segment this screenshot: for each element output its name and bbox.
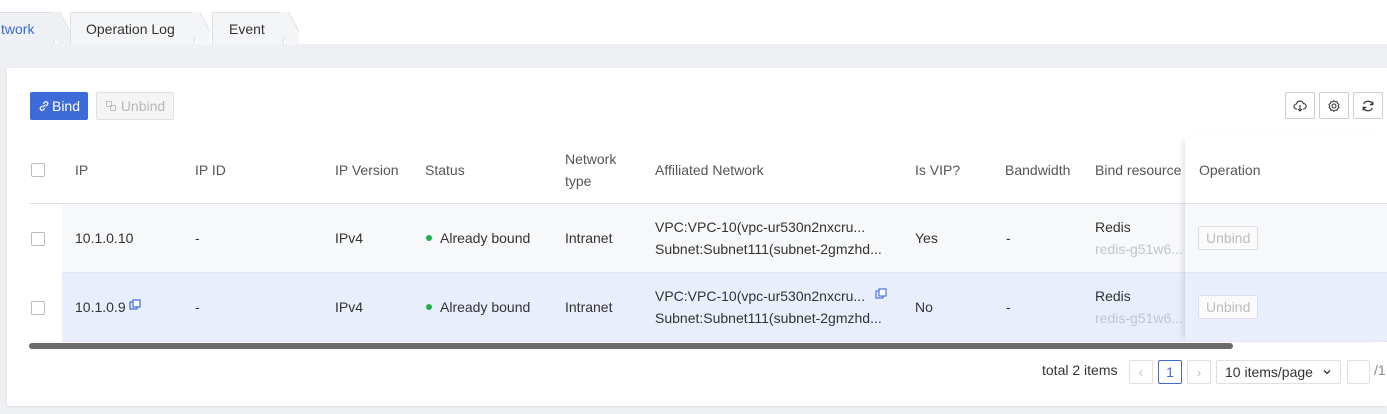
cell-ip-id: - <box>195 299 200 315</box>
cloud-download-icon <box>1293 100 1307 112</box>
cell-status: Already bound <box>426 204 530 272</box>
resource-name: Redis <box>1095 219 1131 235</box>
col-network-type: Network type <box>565 136 616 203</box>
cell-ip-id: - <box>195 230 200 246</box>
next-page-button[interactable]: › <box>1187 360 1211 384</box>
ip-text: 10.1.0.9 <box>75 299 126 315</box>
col-ip-id: IP ID <box>195 161 226 178</box>
page-jump-input[interactable] <box>1347 360 1370 384</box>
status-dot <box>426 235 432 241</box>
subnet-text: Subnet:Subnet111(subnet-2gmzhd... <box>655 241 882 257</box>
row-checkbox[interactable] <box>31 232 45 246</box>
vpc-value: VPC:VPC-10(vpc-ur530n2nxcru... <box>655 288 866 304</box>
table-header: IP IP ID IP Version Status Network type … <box>29 136 1387 204</box>
operation-cell: Unbind <box>1185 204 1387 273</box>
unlink-icon <box>105 101 116 111</box>
resource-id: redis-g51w6... <box>1095 241 1183 257</box>
col-ip-version: IP Version <box>335 161 399 178</box>
cell-ip-version: IPv4 <box>335 230 364 246</box>
link-icon <box>39 101 49 111</box>
subnet-text: Subnet:Subnet111(subnet-2gmzhd... <box>655 310 882 326</box>
chevron-down-icon <box>1323 370 1331 375</box>
tab-bar: twork Operation Log Event <box>0 0 1387 44</box>
row-unbind-button[interactable]: Unbind <box>1198 226 1259 250</box>
col-is-vip: Is VIP? <box>915 161 961 178</box>
tab-event-label: Event <box>229 21 265 37</box>
page-size-value: 10 items/page <box>1225 364 1313 380</box>
col-network-type-line1: Network <box>565 150 617 167</box>
copy-icon[interactable] <box>129 299 141 311</box>
download-button[interactable] <box>1285 92 1315 119</box>
copy-icon[interactable] <box>875 288 887 300</box>
status-dot <box>426 304 432 310</box>
cell-ip: 10.1.0.10 <box>75 230 134 246</box>
cell-bind-resource: Redis redis-g51w6... <box>1095 204 1187 272</box>
bind-button-label: Bind <box>51 98 81 114</box>
tab-operation-log[interactable]: Operation Log <box>70 12 195 44</box>
cell-ip: 10.1.0.9 <box>75 273 141 341</box>
row-unbind-button[interactable]: Unbind <box>1198 295 1259 319</box>
refresh-icon <box>1362 100 1374 111</box>
page-size-select[interactable]: 10 items/page <box>1216 360 1341 384</box>
cell-affiliated-network: VPC:VPC-10(vpc-ur530n2nxcru... Subnet:Su… <box>655 273 887 341</box>
bind-button[interactable]: Bind <box>30 92 88 120</box>
cell-network-type: Intranet <box>565 230 613 246</box>
col-operation: Operation <box>1199 162 1261 178</box>
page-1-button[interactable]: 1 <box>1158 360 1182 384</box>
resource-id: redis-g51w6... <box>1095 310 1183 326</box>
gear-icon <box>1328 99 1340 112</box>
cell-bind-resource: Redis redis-g51w6... <box>1095 273 1187 341</box>
unbind-button-label: Unbind <box>120 98 166 114</box>
pagination-total: total 2 items <box>1042 362 1118 378</box>
tab-event[interactable]: Event <box>212 12 284 44</box>
col-network-type-line2: type <box>565 172 592 189</box>
horizontal-scrollbar[interactable] <box>29 343 1233 349</box>
cell-is-vip: No <box>915 299 933 315</box>
operation-cell: Unbind <box>1185 273 1387 342</box>
cell-status: Already bound <box>426 273 530 341</box>
resource-name: Redis <box>1095 288 1131 304</box>
vpc-text: VPC:VPC-10(vpc-ur530n2nxcru... <box>655 285 887 307</box>
tab-network[interactable]: twork <box>0 12 55 44</box>
col-status: Status <box>425 161 465 178</box>
tab-operation-log-label: Operation Log <box>86 21 175 37</box>
ip-table-card: Bind Unbind IP IP ID IP Version Status N… <box>7 68 1387 406</box>
col-ip: IP <box>75 161 89 178</box>
total-pages: /1 <box>1374 362 1386 378</box>
operation-column: Operation Unbind Unbind <box>1185 136 1387 342</box>
status-text: Already bound <box>440 299 531 315</box>
select-all-checkbox[interactable] <box>31 163 45 177</box>
cell-network-type: Intranet <box>565 299 613 315</box>
status-text: Already bound <box>440 230 531 246</box>
settings-button[interactable] <box>1319 92 1349 119</box>
cell-bandwidth: - <box>1006 299 1011 315</box>
col-affiliated-network: Affiliated Network <box>655 161 764 178</box>
refresh-button[interactable] <box>1353 92 1383 119</box>
cell-is-vip: Yes <box>915 230 938 246</box>
cell-affiliated-network: VPC:VPC-10(vpc-ur530n2nxcru... Subnet:Su… <box>655 204 882 272</box>
vpc-text: VPC:VPC-10(vpc-ur530n2nxcru... <box>655 219 866 235</box>
prev-page-button[interactable]: ‹ <box>1129 360 1153 384</box>
row-checkbox[interactable] <box>31 301 45 315</box>
cell-ip-version: IPv4 <box>335 299 364 315</box>
cell-bandwidth: - <box>1006 230 1011 246</box>
tab-network-label: twork <box>1 21 35 37</box>
col-bandwidth: Bandwidth <box>1005 161 1071 178</box>
unbind-button[interactable]: Unbind <box>96 92 174 120</box>
col-bind-resources: Bind resource <box>1095 161 1182 178</box>
